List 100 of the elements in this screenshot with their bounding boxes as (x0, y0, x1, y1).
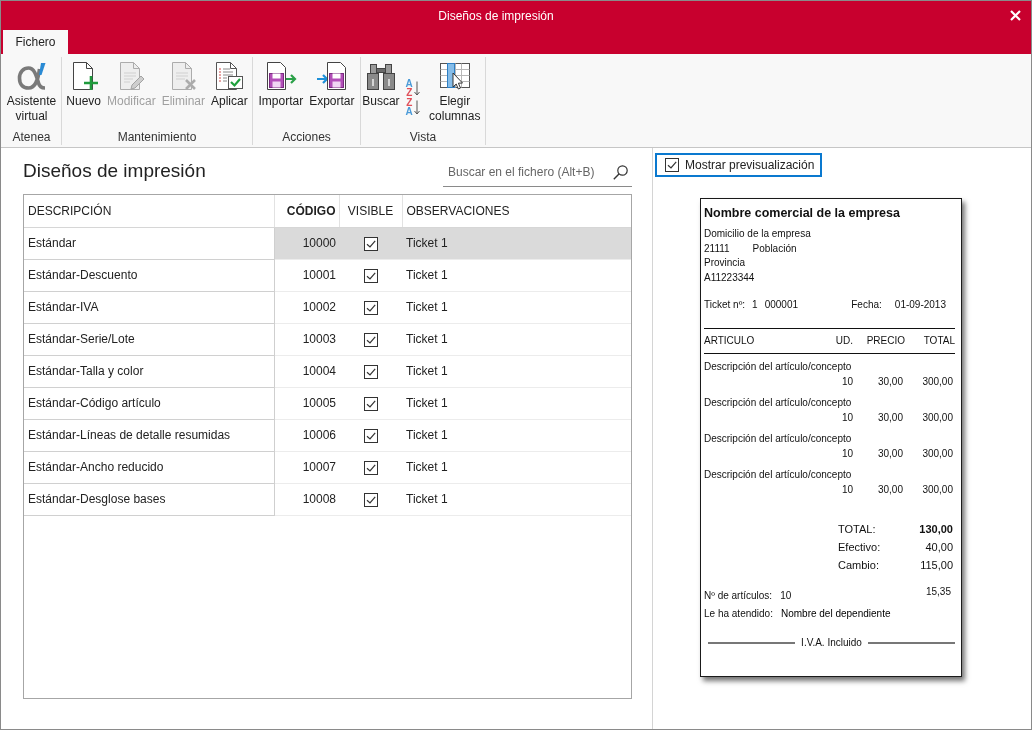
table-cell: Ticket 1 (402, 419, 631, 451)
table-cell: Ticket 1 (402, 227, 631, 259)
alpha-logo-icon (15, 60, 48, 92)
group-label: Mantenimiento (117, 129, 197, 145)
address-text: Domicilio de la empresa (704, 227, 812, 241)
date-value: 01-09-2013 (894, 298, 946, 312)
column-heading: TOTAL (922, 334, 955, 348)
column-heading: UD. (834, 334, 853, 348)
table-cell: Ticket 1 (402, 323, 631, 355)
group-label: Atenea (12, 129, 51, 145)
table-columns-icon (438, 60, 471, 92)
total-value: 115,00 (919, 558, 953, 573)
search-field[interactable]: Buscar en el fichero (Alt+B) (448, 162, 609, 182)
item-count-label: Nº de artículos: (704, 589, 773, 603)
total-label: Efectivo: (838, 540, 882, 555)
total-label: TOTAL: (838, 522, 877, 537)
item-description: Descripción del artículo/concepto (704, 468, 853, 482)
item-count-value: 10 (780, 589, 792, 603)
province-text: Provincia (704, 256, 747, 270)
table-row[interactable]: Estándar-IVA 10002 Ticket 1 (24, 291, 631, 323)
group-label: Vista (409, 129, 437, 145)
item-description: Descripción del artículo/concepto (704, 432, 853, 446)
item-units: 10 (840, 375, 853, 389)
city-name: Población (752, 241, 797, 256)
item-total: 300,00 (921, 411, 954, 425)
table-cell: 10005 (274, 387, 339, 419)
ribbon-button[interactable]: Buscar (361, 60, 401, 109)
ticket-number: 000001 (764, 298, 798, 312)
table-cell: 10004 (274, 355, 339, 387)
column-header[interactable]: CÓDIGO (274, 195, 339, 227)
sort-button[interactable]: Z A (404, 98, 421, 116)
ribbon-button[interactable]: Exportar (308, 60, 356, 109)
total-value: 130,00 (919, 522, 953, 537)
attended-label: Le ha atendido: (704, 607, 773, 621)
table-cell: Estándar-Desglose bases (24, 483, 274, 515)
table-cell: 10000 (274, 227, 339, 259)
table-cell: Ticket 1 (402, 291, 631, 323)
company-name: Nombre comercial de la empresa (704, 205, 901, 221)
table-cell: Estándar (24, 227, 274, 259)
table-cell: Estándar-Serie/Lote (24, 323, 274, 355)
table-cell: Estándar-Descuento (24, 259, 274, 291)
ribbon-button[interactable]: Elegir columnas (424, 60, 485, 124)
attendant-name: Nombre del dependiente (780, 607, 891, 621)
item-units: 10 (840, 447, 853, 461)
column-header[interactable]: DESCRIPCIÓN (24, 195, 274, 227)
table-row[interactable]: Estándar-Descuento 10001 Ticket 1 (24, 259, 631, 291)
item-price: 30,00 (876, 447, 904, 461)
table-row[interactable]: Estándar-Serie/Lote 10003 Ticket 1 (24, 323, 631, 355)
arrow-down-icon (413, 99, 420, 115)
tax-id: A11223344 (704, 270, 756, 285)
search-icon (613, 164, 628, 180)
table-cell: Estándar-Ancho reducido (24, 451, 274, 483)
floppy-document-arrow-icon (264, 60, 297, 92)
close-icon (1010, 10, 1021, 21)
table-cell: Ticket 1 (402, 483, 631, 515)
checklist-document-icon (213, 60, 246, 92)
ribbon-button[interactable]: Nuevo (65, 60, 102, 109)
column-header[interactable]: OBSERVACIONES (402, 195, 631, 227)
item-total: 300,00 (921, 375, 954, 389)
table-cell: Estándar-Código artículo (24, 387, 274, 419)
ribbon-button[interactable]: Aplicar (210, 60, 249, 109)
ticket-label: Ticket nº: (704, 298, 746, 312)
page-heading: Diseños de impresión (23, 159, 206, 183)
column-header[interactable]: VISIBLE (339, 195, 402, 227)
table-row[interactable]: Estándar-Talla y color 10004 Ticket 1 (24, 355, 631, 387)
ribbon-button[interactable]: Importar (257, 60, 305, 109)
sort-button[interactable]: A Z (404, 79, 421, 97)
table-cell: 10007 (274, 451, 339, 483)
table-row[interactable]: Estándar-Ancho reducido 10007 Ticket 1 (24, 451, 631, 483)
item-description: Descripción del artículo/concepto (704, 396, 853, 410)
table-cell: 10008 (274, 483, 339, 515)
total-label: Cambio: (838, 558, 880, 573)
footer-text: I.V.A. Incluido (801, 636, 862, 650)
table-row[interactable]: Estándar-Desglose bases 10008 Ticket 1 (24, 483, 631, 515)
table-row[interactable]: Estándar 10000 Ticket 1 (24, 227, 631, 259)
item-units: 10 (840, 411, 853, 425)
table-cell: 10006 (274, 419, 339, 451)
table-row[interactable]: Estándar-Líneas de detalle resumidas 10006 Ticket 1 (24, 419, 631, 451)
item-price: 30,00 (876, 483, 904, 497)
window-title: Diseños de impresión (438, 7, 554, 25)
amount-text: 15,35 (925, 585, 952, 599)
ticket-series: 1 (752, 298, 758, 312)
table-row[interactable]: Estándar-Código artículo 10005 Ticket 1 (24, 387, 631, 419)
postal-code: 21111 (704, 241, 730, 256)
preview-checkbox[interactable]: Mostrar previsualización (655, 153, 823, 177)
table-cell: Estándar-IVA (24, 291, 274, 323)
table-cell: Ticket 1 (402, 259, 631, 291)
arrow-down-icon (413, 80, 420, 96)
table-cell: Ticket 1 (402, 355, 631, 387)
ribbon-tab[interactable]: Fichero (3, 30, 68, 54)
item-price: 30,00 (876, 411, 904, 425)
ribbon-button[interactable]: Asistente virtual (2, 60, 61, 124)
item-units: 10 (840, 483, 853, 497)
item-price: 30,00 (876, 375, 904, 389)
close-button[interactable] (1008, 8, 1023, 23)
table-cell: Ticket 1 (402, 451, 631, 483)
column-heading: PRECIO (865, 334, 905, 348)
item-description: Descripción del artículo/concepto (704, 360, 853, 374)
arrow-floppy-document-icon (315, 60, 348, 92)
table-cell: 10001 (274, 259, 339, 291)
